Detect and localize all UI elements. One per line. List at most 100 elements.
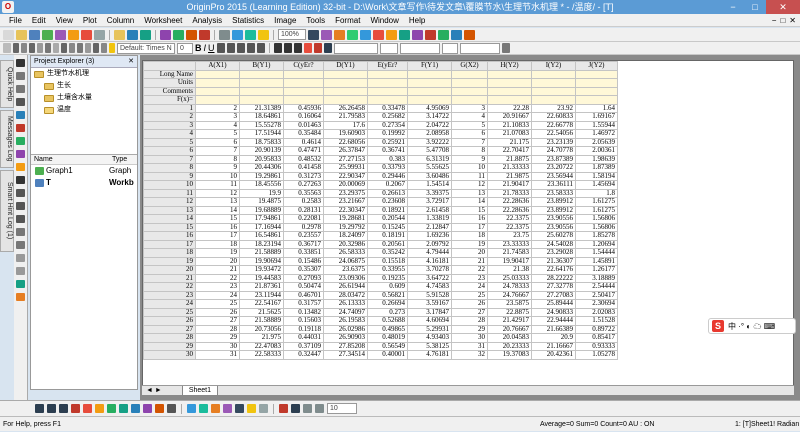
data-cell[interactable]: 18.75833 xyxy=(239,137,284,147)
data-cell[interactable]: 1.51528 xyxy=(575,316,618,326)
data-cell[interactable]: 26.19583 xyxy=(323,316,368,326)
data-cell[interactable]: 5.29931 xyxy=(407,324,452,334)
menu-edit[interactable]: Edit xyxy=(27,14,51,27)
menu-format[interactable]: Format xyxy=(330,14,365,27)
duplicate-icon[interactable] xyxy=(232,29,243,40)
mdi-close-button[interactable]: ✕ xyxy=(789,16,796,25)
row-header[interactable]: 17 xyxy=(143,239,196,249)
data-cell[interactable]: 23.09306 xyxy=(323,273,368,283)
new-function-icon[interactable] xyxy=(68,29,79,40)
pie-plot-icon[interactable] xyxy=(95,404,104,413)
data-cell[interactable]: 19.4875 xyxy=(239,197,284,207)
data-cell[interactable]: 22.64176 xyxy=(531,265,576,275)
data-cell[interactable]: 22.60833 xyxy=(531,112,576,122)
copy-icon[interactable] xyxy=(45,43,51,53)
data-cell[interactable]: 23.29028 xyxy=(531,248,576,258)
arrow-tool-icon[interactable] xyxy=(16,189,25,197)
data-cell[interactable]: 14 xyxy=(195,205,240,215)
corner-cell[interactable] xyxy=(143,61,196,71)
data-cell[interactable]: 0.16064 xyxy=(283,112,324,122)
meta-cell[interactable] xyxy=(283,69,324,79)
data-cell[interactable]: 28.22222 xyxy=(531,273,576,283)
symbol-interior-icon[interactable] xyxy=(315,404,324,413)
data-cell[interactable]: 3.18889 xyxy=(575,273,618,283)
data-cell[interactable]: 4.95069 xyxy=(407,103,452,113)
meta-cell[interactable] xyxy=(283,95,324,105)
data-cell[interactable]: 5.38125 xyxy=(407,341,452,351)
data-cell[interactable]: 25.60278 xyxy=(531,231,576,241)
row-header[interactable]: 15 xyxy=(143,222,196,232)
data-cell[interactable]: 0.609 xyxy=(367,282,408,292)
data-cell[interactable]: 0.33851 xyxy=(283,248,324,258)
data-cell[interactable]: 0.45936 xyxy=(283,103,324,113)
data-cell[interactable]: 1.58194 xyxy=(575,171,618,181)
subscript-icon[interactable] xyxy=(226,43,235,53)
data-cell[interactable]: 24.06875 xyxy=(323,256,368,266)
data-cell[interactable]: 7 xyxy=(195,146,240,156)
data-cell[interactable]: 0.41458 xyxy=(283,163,324,173)
area-plot-icon[interactable] xyxy=(107,404,116,413)
data-cell[interactable]: 20.32986 xyxy=(323,239,368,249)
group-icon[interactable] xyxy=(109,43,115,53)
timestamp-icon[interactable] xyxy=(235,404,244,413)
data-cell[interactable]: 19.93472 xyxy=(239,265,284,275)
data-cell[interactable]: 3 xyxy=(195,112,240,122)
data-cell[interactable]: 24.76667 xyxy=(487,290,532,300)
data-cell[interactable]: 3.64722 xyxy=(407,273,452,283)
data-cell[interactable]: 19.28681 xyxy=(323,214,368,224)
worksheet-grid[interactable]: A(X1) B(Y1) C(yEr? D(Y1) E(yEr? F(Y1) G(X2) H(Y… xyxy=(143,61,618,360)
data-cell[interactable]: 2.00361 xyxy=(575,146,618,156)
data-cell[interactable]: 11 xyxy=(195,180,240,190)
data-cell[interactable]: 0.2067 xyxy=(367,180,408,190)
data-cell[interactable]: 27.34514 xyxy=(323,350,368,360)
meta-cell[interactable] xyxy=(239,69,284,79)
data-cell[interactable]: 20.44306 xyxy=(239,163,284,173)
data-cell[interactable]: 0.33793 xyxy=(367,163,408,173)
data-cell[interactable]: 27.85208 xyxy=(323,341,368,351)
data-cell[interactable]: 0.15603 xyxy=(283,316,324,326)
data-cell[interactable]: 7 xyxy=(451,137,488,147)
menu-worksheet[interactable]: Worksheet xyxy=(139,14,187,27)
data-cell[interactable]: 25 xyxy=(195,299,240,309)
layer-icon[interactable] xyxy=(187,404,196,413)
data-cell[interactable]: 16 xyxy=(451,214,488,224)
data-cell[interactable]: 6 xyxy=(195,137,240,147)
data-cell[interactable]: 25.03333 xyxy=(487,273,532,283)
symbol-select[interactable] xyxy=(459,42,500,54)
data-cell[interactable]: 0.273 xyxy=(367,307,408,317)
data-cell[interactable]: 23.5875 xyxy=(487,299,532,309)
data-cell[interactable]: 3.14722 xyxy=(407,112,452,122)
data-cell[interactable]: 29 xyxy=(195,333,240,343)
line-style-select[interactable] xyxy=(333,42,378,54)
contour-icon[interactable] xyxy=(143,404,152,413)
data-cell[interactable]: 23.36111 xyxy=(531,180,576,190)
data-cell[interactable]: 21.66389 xyxy=(531,324,576,334)
data-cell[interactable]: 0.20561 xyxy=(367,239,408,249)
data-cell[interactable]: 0.26694 xyxy=(367,299,408,309)
data-cell[interactable]: 0.19235 xyxy=(367,273,408,283)
greek-icon[interactable] xyxy=(236,43,245,53)
row-header[interactable]: 18 xyxy=(143,248,196,258)
data-cell[interactable]: 8 xyxy=(195,154,240,164)
data-cell[interactable]: 3.70278 xyxy=(407,265,452,275)
meta-cell[interactable] xyxy=(487,95,532,105)
row-header[interactable]: 3 xyxy=(143,120,196,130)
data-cell[interactable]: 0.19992 xyxy=(367,129,408,139)
row-header[interactable]: 21 xyxy=(143,273,196,283)
project-explorer-close-icon[interactable]: ✕ xyxy=(128,56,137,67)
bold-button[interactable]: B xyxy=(195,43,202,53)
multi-panel-icon[interactable] xyxy=(119,404,128,413)
data-cell[interactable]: 21.5625 xyxy=(239,307,284,317)
data-cell[interactable]: 21.07083 xyxy=(487,129,532,139)
data-cell[interactable]: 0.40001 xyxy=(367,350,408,360)
row-header[interactable]: 30 xyxy=(143,350,196,360)
data-cell[interactable]: 0.32447 xyxy=(283,350,324,360)
data-cell[interactable]: 19.37083 xyxy=(487,350,532,360)
data-cell[interactable]: 20.91667 xyxy=(487,112,532,122)
data-cell[interactable]: 22.28 xyxy=(487,103,532,113)
data-cell[interactable]: 28 xyxy=(451,316,488,326)
annotation-icon[interactable] xyxy=(16,293,25,301)
data-cell[interactable]: 1.54514 xyxy=(407,180,452,190)
data-cell[interactable]: 27.27153 xyxy=(323,154,368,164)
data-cell[interactable]: 3.92222 xyxy=(407,137,452,147)
